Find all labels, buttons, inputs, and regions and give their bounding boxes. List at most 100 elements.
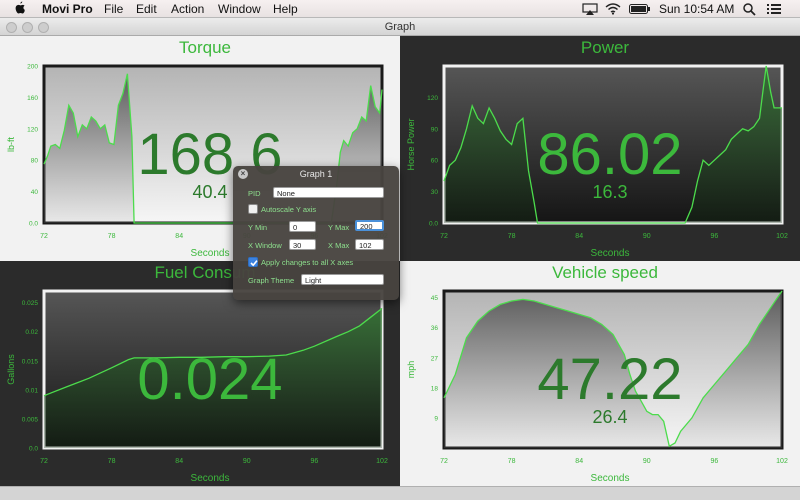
menu-list-icon[interactable] — [767, 3, 781, 15]
x-axis-label: Seconds — [591, 473, 630, 484]
power-chart: Power 72 78 84 90 96 102 0.0 30 60 90 120 Seconds Hor… — [400, 36, 800, 261]
ymax-input[interactable]: 200 — [355, 220, 384, 231]
ymin-label: Y Min — [248, 223, 268, 232]
x-tick-label: 84 — [575, 458, 583, 465]
window-titlebar[interactable]: Graph — [0, 18, 800, 36]
checkmark-icon — [250, 260, 258, 267]
x-tick-label: 84 — [575, 233, 583, 240]
y-tick-label: 0.01 — [25, 387, 38, 394]
apple-icon[interactable] — [14, 1, 26, 15]
speed-graph-panel[interactable]: Vehicle speed 72 78 84 90 96 102 9 18 27 36 45 Secon… — [400, 261, 800, 486]
pid-select[interactable]: None — [273, 187, 384, 198]
status-bar — [0, 486, 800, 500]
y-axis-label: Gallons — [6, 354, 16, 385]
x-tick-label: 96 — [311, 458, 319, 465]
y-tick-label: 40 — [31, 189, 39, 196]
autoscale-checkbox[interactable] — [248, 204, 258, 214]
xmax-label: X Max — [328, 241, 350, 250]
x-tick-label: 78 — [108, 233, 116, 240]
autoscale-label: Autoscale Y axis — [261, 205, 317, 214]
y-tick-label: 0.025 — [22, 300, 39, 307]
menu-help[interactable]: Help — [273, 2, 298, 16]
x-axis-label: Seconds — [191, 248, 230, 259]
y-tick-label: 0.0 — [429, 221, 438, 228]
y-tick-label: 45 — [431, 295, 439, 302]
x-tick-label: 96 — [711, 233, 719, 240]
graph-grid: Torque72788490961020.04080120160200Secon… — [0, 36, 800, 486]
x-tick-label: 84 — [175, 233, 183, 240]
y-tick-label: 0.0 — [29, 446, 38, 453]
menu-bar: Movi Pro File Edit Action Window Help Su… — [0, 0, 800, 18]
y-tick-label: 120 — [427, 95, 438, 102]
wifi-icon[interactable] — [605, 2, 621, 15]
x-tick-label: 72 — [40, 233, 48, 240]
y-tick-label: 18 — [431, 385, 439, 392]
search-icon[interactable] — [743, 3, 756, 16]
chart-title: Torque — [179, 38, 231, 57]
x-tick-label: 72 — [440, 233, 448, 240]
clock[interactable]: Sun 10:54 AM — [659, 2, 734, 16]
y-tick-label: 0.005 — [22, 416, 39, 423]
dialog-title: Graph 1 — [299, 169, 333, 179]
app-menu[interactable]: Movi Pro — [42, 2, 93, 16]
xwindow-input[interactable]: 30 — [289, 239, 316, 250]
y-tick-label: 160 — [27, 95, 38, 102]
speed-chart: Vehicle speed 72 78 84 90 96 102 9 18 27 36 45 Secon… — [400, 261, 800, 486]
theme-label: Graph Theme — [248, 276, 295, 285]
apply-all-label: Apply changes to all X axes — [261, 258, 354, 267]
ymin-input[interactable]: 0 — [289, 221, 316, 232]
y-tick-label: 90 — [431, 126, 439, 133]
battery-icon[interactable] — [629, 4, 651, 14]
y-tick-label: 27 — [431, 355, 439, 362]
y-tick-label: 80 — [31, 158, 39, 165]
menu-edit[interactable]: Edit — [136, 2, 157, 16]
y-tick-label: 0.0 — [29, 221, 38, 228]
x-tick-label: 72 — [440, 458, 448, 465]
secondary-value: 26.4 — [592, 407, 627, 427]
x-tick-label: 72 — [40, 458, 48, 465]
current-value: 86.02 — [537, 122, 682, 187]
x-tick-label: 90 — [643, 458, 651, 465]
menu-window[interactable]: Window — [218, 2, 261, 16]
current-value: 47.22 — [537, 347, 682, 412]
menu-file[interactable]: File — [104, 2, 123, 16]
y-tick-label: 9 — [434, 415, 438, 422]
x-axis-label: Seconds — [591, 248, 630, 259]
chart-title: Power — [581, 38, 630, 57]
y-tick-label: 60 — [431, 158, 439, 165]
theme-select[interactable]: Light — [301, 274, 384, 285]
airplay-icon[interactable] — [582, 3, 598, 15]
x-tick-label: 90 — [643, 233, 651, 240]
y-tick-label: 120 — [27, 126, 38, 133]
xmax-input[interactable]: 102 — [355, 239, 384, 250]
x-tick-label: 102 — [376, 458, 388, 465]
secondary-value: 40.4 — [192, 182, 227, 202]
x-tick-label: 78 — [108, 458, 116, 465]
x-axis-label: Seconds — [191, 473, 230, 484]
chart-title: Vehicle speed — [552, 263, 658, 282]
current-value: 0.024 — [137, 347, 282, 412]
power-graph-panel[interactable]: Power 72 78 84 90 96 102 0.0 30 60 90 120 Seconds Hor… — [400, 36, 800, 261]
y-tick-label: 36 — [431, 325, 439, 332]
ymax-label: Y Max — [328, 223, 350, 232]
y-tick-label: 200 — [27, 64, 38, 71]
secondary-value: 16.3 — [592, 182, 627, 202]
x-tick-label: 90 — [243, 458, 251, 465]
x-tick-label: 96 — [711, 458, 719, 465]
y-axis-label: mph — [406, 361, 416, 379]
y-axis-label: lb-ft — [6, 137, 16, 153]
pid-label: PID — [248, 189, 261, 198]
xwindow-label: X Window — [248, 241, 282, 250]
x-tick-label: 84 — [175, 458, 183, 465]
menu-action[interactable]: Action — [171, 2, 204, 16]
y-tick-label: 0.02 — [25, 329, 38, 336]
apply-all-checkbox[interactable] — [248, 257, 258, 267]
y-tick-label: 0.015 — [22, 358, 39, 365]
graph-settings-dialog: × Graph 1 PID None Autoscale Y axis Y Mi… — [233, 166, 399, 300]
window-title: Graph — [384, 21, 416, 33]
y-axis-label: Horse Power — [406, 118, 416, 170]
x-tick-label: 102 — [776, 458, 788, 465]
x-tick-label: 78 — [508, 233, 516, 240]
y-tick-label: 30 — [431, 189, 439, 196]
x-tick-label: 78 — [508, 458, 516, 465]
